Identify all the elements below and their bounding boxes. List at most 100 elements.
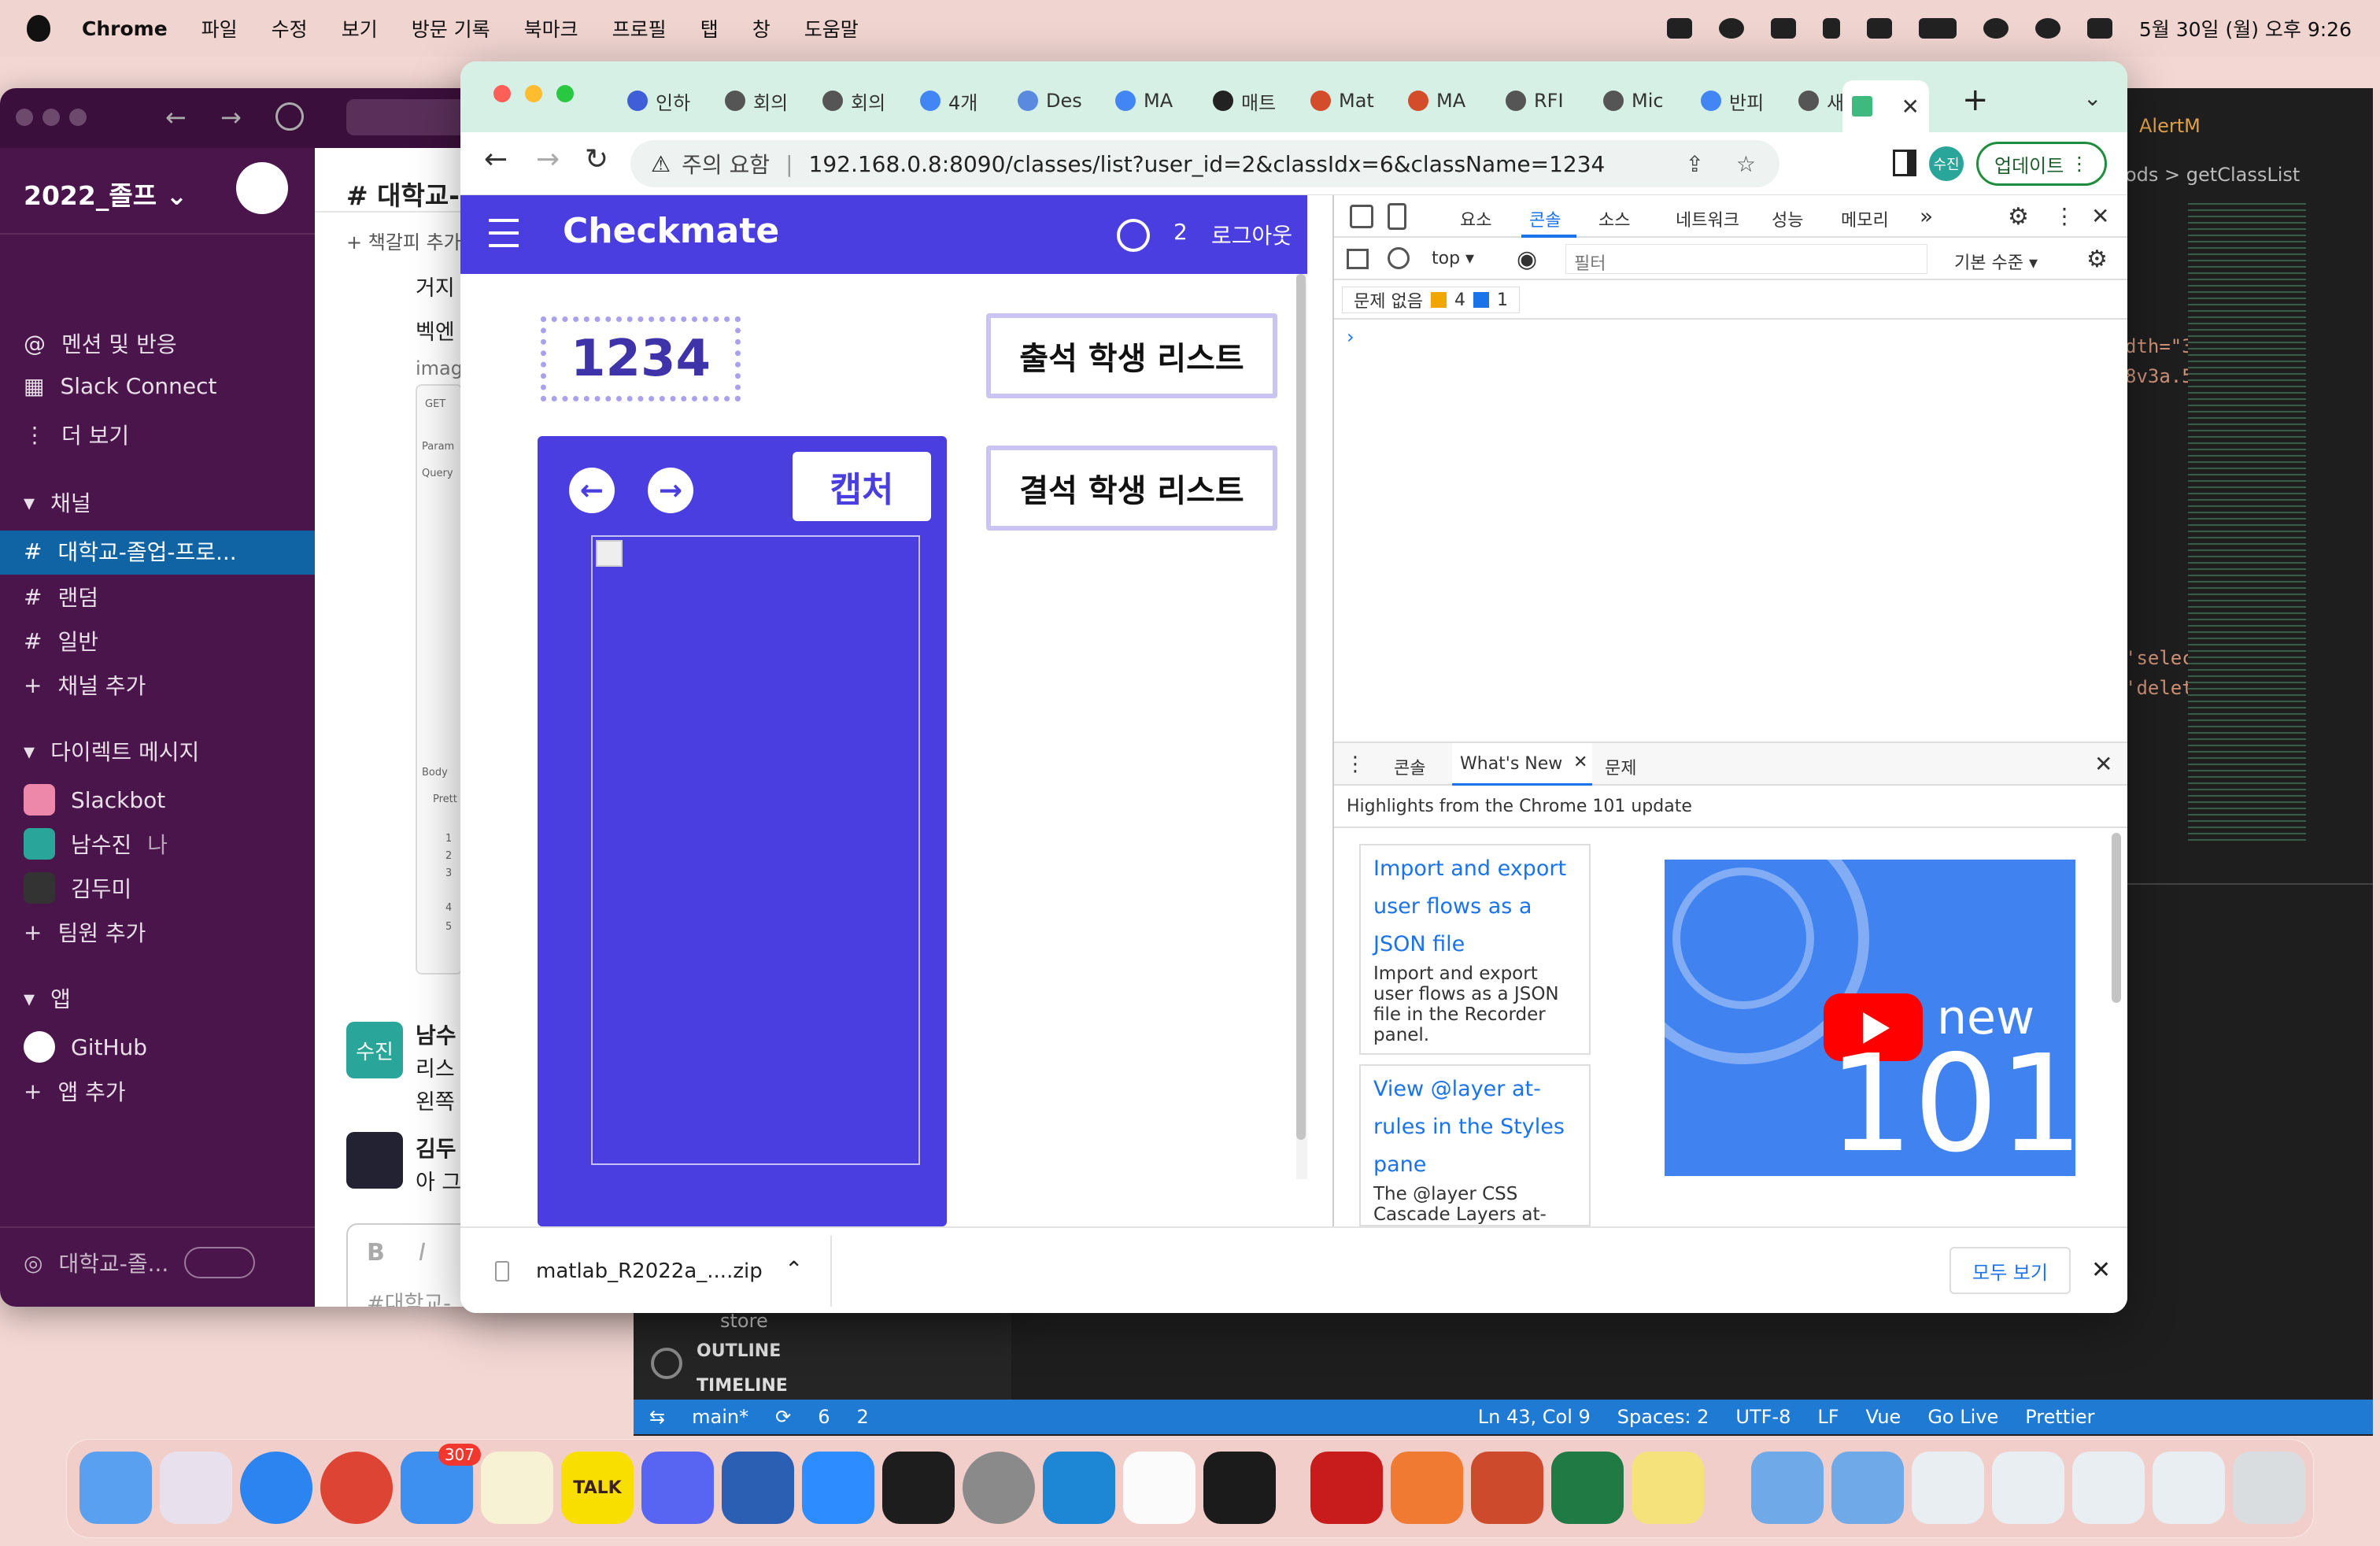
chrome-icon[interactable] [320,1452,393,1524]
excel-icon[interactable] [1551,1452,1624,1524]
menu-window[interactable]: 창 [752,14,771,43]
kebab-menu-icon[interactable]: ⋮ [2053,203,2075,229]
bold-button[interactable]: B [367,1239,385,1267]
word-icon[interactable] [722,1452,794,1524]
address-bar[interactable]: ⚠ 주의 요함 | 192.168.0.8:8090/classes/list?… [630,140,1779,187]
kakaotalk-icon[interactable]: TALK [561,1452,634,1524]
back-arrow-icon[interactable]: ← [165,102,187,132]
context-selector[interactable]: top ▾ [1432,249,1474,268]
prettier[interactable]: Prettier [2025,1406,2094,1428]
hamburger-menu-icon[interactable] [489,219,519,247]
browser-tab[interactable]: Des [1008,77,1106,124]
tab-performance[interactable]: 성능 [1772,206,1803,231]
cursor-position[interactable]: Ln 43, Col 9 [1478,1406,1591,1428]
browser-tab[interactable]: Mic [1594,77,1691,124]
forward-arrow-icon[interactable]: → [220,102,242,132]
menu-view[interactable]: 보기 [342,14,378,43]
chat-icon[interactable] [1718,18,1744,39]
eye-icon[interactable]: ◉ [1517,246,1537,273]
browser-tab[interactable]: 인하 [618,77,715,124]
close-icon[interactable]: ✕ [2091,203,2109,229]
attendance-list-button[interactable]: 출석 학생 리스트 [986,313,1277,398]
sidebar-item-mentions[interactable]: @ 멘션 및 반응 [24,327,177,359]
feature-card[interactable]: View @layer at-rules in the Styles pane … [1359,1064,1591,1226]
drawer-scrollbar[interactable] [2112,833,2123,1219]
show-all-button[interactable]: 모두 보기 [1949,1247,2071,1294]
app-title[interactable]: Checkmate [563,211,779,251]
stickies-icon[interactable] [1632,1452,1704,1524]
sidebar-item-dm[interactable]: Slackbot [24,784,165,816]
tab-sources[interactable]: 소스 [1598,206,1630,231]
menu-history[interactable]: 방문 기록 [412,14,490,43]
battery-icon[interactable] [1918,18,1957,39]
compose-icon[interactable] [236,162,288,214]
back-arrow-icon[interactable]: ← [484,143,508,176]
profile-avatar[interactable]: 수진 [1929,146,1964,181]
error-count[interactable]: 6 [818,1406,830,1428]
download-filename[interactable]: matlab_R2022a_....zip [536,1259,763,1283]
window-minimize-button[interactable] [42,109,60,126]
add-bookmark-button[interactable]: + 책갈피 추가 [346,227,461,254]
pycharm-icon[interactable] [1203,1452,1276,1524]
capture-button[interactable]: 캡처 [793,452,931,521]
camera-icon[interactable] [1666,18,1692,39]
page-scrollbar-track[interactable] [1296,274,1307,1179]
input-source-icon[interactable] [1866,18,1892,39]
prev-arrow-icon[interactable]: ← [569,468,615,513]
settings-gear-icon[interactable] [651,1348,682,1379]
editor-tab[interactable]: AlertM [2139,115,2201,137]
indentation[interactable]: Spaces: 2 [1617,1406,1709,1428]
window-minimize-button[interactable] [525,85,542,102]
apps-section-header[interactable]: ▾ 앱 [24,982,71,1014]
language-mode[interactable]: Vue [1866,1406,1901,1428]
user-icon[interactable] [1117,219,1150,252]
channel-title[interactable]: # 대학교- [346,175,460,213]
tab-network[interactable]: 네트워크 [1676,206,1739,231]
finder-icon[interactable] [79,1452,152,1524]
browser-tab[interactable]: RFI [1496,77,1594,124]
console-filter-input[interactable]: 필터 [1565,244,1927,274]
chevron-up-icon[interactable]: ⌃ [785,1256,803,1282]
inspect-element-icon[interactable] [1350,205,1373,228]
pencil-app-icon[interactable] [1391,1452,1463,1524]
wifi-icon[interactable] [1983,18,2009,39]
mail-icon[interactable]: 307 [401,1444,481,1524]
browser-tab[interactable]: Mat [1301,77,1399,124]
zoom-icon[interactable] [802,1452,874,1524]
drawer-tab-issues[interactable]: 문제 [1605,754,1636,779]
share-icon[interactable]: ⇪ [1686,151,1704,177]
settings-gear-icon[interactable]: ⚙ [2008,203,2029,231]
add-channel-button[interactable]: + 채널 추가 [24,669,146,701]
sidebar-item-dm[interactable]: 김두미 [24,872,131,904]
chrome-101-promo-image[interactable]: new 101 [1665,860,2075,1176]
minimap[interactable] [2188,198,2306,844]
menu-file[interactable]: 파일 [201,14,238,43]
tab-elements[interactable]: 요소 [1460,206,1491,231]
bookmark-star-icon[interactable]: ☆ [1736,151,1756,177]
browser-tab[interactable]: 회의 [813,77,911,124]
browser-tab[interactable]: MA [1106,77,1203,124]
encoding[interactable]: UTF-8 [1735,1406,1791,1428]
folder-icon[interactable] [1831,1452,1904,1524]
add-app-button[interactable]: + 앱 추가 [24,1075,126,1107]
tree-item-store[interactable]: store [720,1310,768,1332]
security-warning[interactable]: 주의 요함 [682,148,770,179]
dm-section-header[interactable]: ▾ 다이렉트 메시지 [24,735,199,767]
cloud-icon[interactable] [1770,18,1796,39]
more-tabs-icon[interactable]: » [1920,203,1933,229]
issues-button[interactable]: 문제 없음 4 1 [1342,287,1520,313]
sidebar-item-channel[interactable]: # 랜덤 [24,581,98,612]
tab-memory[interactable]: 메모리 [1841,206,1889,231]
search-icon[interactable] [2034,18,2060,39]
folder-icon[interactable] [1751,1452,1824,1524]
menubar-clock[interactable]: 5월 30일 (월) 오후 9:26 [2139,14,2352,43]
browser-tab[interactable]: 매트 [1203,77,1301,124]
acrobat-icon[interactable] [1310,1452,1383,1524]
composer-placeholder[interactable]: #대학교- [367,1286,451,1307]
discord-icon[interactable] [641,1452,714,1524]
tab-console[interactable]: 콘솔 [1529,206,1561,231]
window-thumbnail[interactable] [1912,1452,1984,1524]
sidebar-item-dm[interactable]: 남수진 나 [24,828,168,860]
menu-profile[interactable]: 프로필 [612,14,667,43]
browser-tab[interactable]: MA [1399,77,1496,124]
